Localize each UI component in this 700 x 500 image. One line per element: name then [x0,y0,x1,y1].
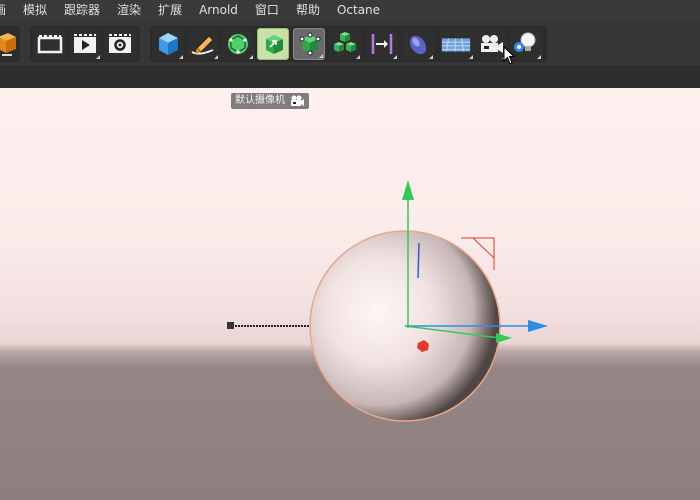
menu-item-help[interactable]: 帮助 [288,0,329,20]
menu-item-octane[interactable]: Octane [329,0,389,20]
floor-icon[interactable] [440,28,474,60]
scene-canvas [227,180,548,422]
flyout-indicator [283,54,287,58]
spline-pen-icon[interactable] [187,28,219,60]
mouse-cursor-icon [503,46,516,65]
menu-item-window[interactable]: 窗口 [247,0,288,20]
menu-item-arnold[interactable]: Arnold [191,0,247,20]
array-icon[interactable] [293,28,325,60]
deformer-icon[interactable] [366,28,398,60]
menu-item-render[interactable]: 渲染 [109,0,150,20]
flyout-indicator [537,55,541,59]
tooltip: 默认摄像机 [231,93,309,109]
flyout-indicator [469,55,473,59]
menu-item-extensions[interactable]: 扩展 [150,0,191,20]
viewport[interactable]: 默认摄像机 [0,88,700,500]
camera-icon [291,95,304,106]
flyout-indicator [179,55,183,59]
render-region-icon[interactable] [34,28,66,60]
toolbar [0,20,700,66]
menu-item-edit[interactable]: 画 [0,0,15,20]
flyout-indicator [96,55,100,59]
generator-icon[interactable] [257,28,289,60]
flyout-indicator [429,55,433,59]
render-settings-icon[interactable] [104,28,136,60]
viewport-header-strip [0,66,700,89]
flyout-indicator [319,54,323,58]
null-handle-line[interactable] [227,322,312,329]
field-icon[interactable] [402,28,434,60]
flyout-indicator [214,55,218,59]
menu-item-simulate[interactable]: 模拟 [15,0,56,20]
rotation-indicator [417,242,420,279]
render-view-icon[interactable] [69,28,101,60]
primitive-cube-icon[interactable] [152,28,184,60]
flyout-indicator [393,55,397,59]
tooltip-text: 默认摄像机 [235,95,285,106]
subdivision-icon[interactable] [222,28,254,60]
cube-icon[interactable] [0,28,20,60]
menu-item-tracker[interactable]: 跟踪器 [56,0,109,20]
menu-bar: 画 模拟 跟踪器 渲染 扩展 Arnold 窗口 帮助 Octane [0,0,700,20]
flyout-indicator [249,55,253,59]
flyout-indicator [356,55,360,59]
cloner-icon[interactable] [329,28,361,60]
